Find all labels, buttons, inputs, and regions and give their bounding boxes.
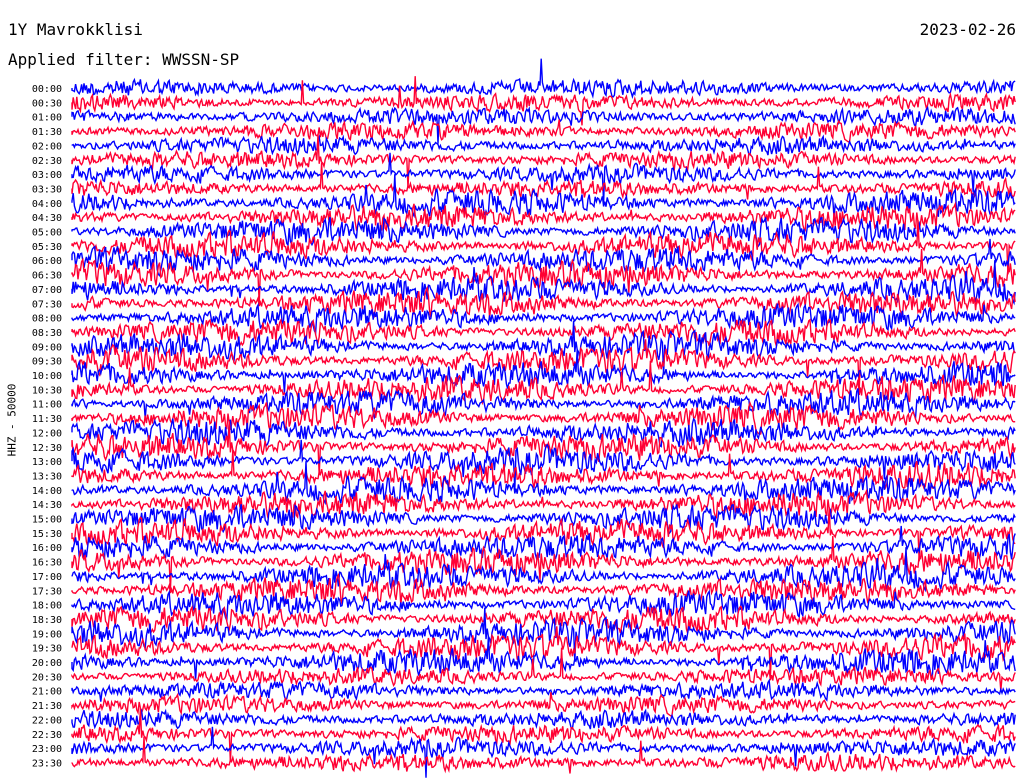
time-tick-label: 02:30 (32, 156, 62, 167)
time-tick-label: 04:30 (32, 213, 62, 224)
time-tick-label: 14:30 (32, 500, 62, 511)
time-tick-label: 14:00 (32, 486, 62, 497)
time-tick-label: 19:30 (32, 644, 62, 655)
seismic-trace (71, 678, 1016, 702)
time-tick-label: 15:00 (32, 515, 62, 526)
time-tick-label: 00:00 (32, 84, 62, 95)
seismic-trace (71, 302, 1016, 336)
time-tick-label: 10:00 (32, 371, 62, 382)
time-tick-label: 23:30 (32, 758, 62, 769)
time-tick-label: 11:00 (32, 400, 62, 411)
time-tick-label: 01:00 (32, 113, 62, 124)
time-tick-label: 20:00 (32, 658, 62, 669)
time-tick-label: 05:30 (32, 242, 62, 253)
time-tick-label: 07:00 (32, 285, 62, 296)
seismic-trace (71, 318, 1016, 347)
time-tick-label: 05:00 (32, 228, 62, 239)
helicorder-plot: 00:00 00:30 01:00 01:30 02:00 02:30 03:00 03:30… (32, 58, 1016, 778)
time-tick-label: 21:30 (32, 701, 62, 712)
time-tick-label: 06:30 (32, 271, 62, 282)
time-tick-label: 13:30 (32, 471, 62, 482)
seismic-trace (71, 503, 1016, 535)
time-tick-label: 16:00 (32, 543, 62, 554)
time-tick-label: 08:30 (32, 328, 62, 339)
time-tick-label: 03:00 (32, 170, 62, 181)
time-tick-label: 17:00 (32, 572, 62, 583)
time-tick-label: 13:00 (32, 457, 62, 468)
time-tick-label: 02:00 (32, 141, 62, 152)
seismic-trace (71, 708, 1016, 731)
time-tick-label: 12:00 (32, 428, 62, 439)
seismic-trace (71, 134, 1016, 157)
time-tick-label: 01:30 (32, 127, 62, 138)
seismic-trace (71, 461, 1016, 506)
time-tick-label: 18:00 (32, 601, 62, 612)
time-tick-label: 18:30 (32, 615, 62, 626)
seismic-trace (71, 58, 1016, 100)
tick-label-group: 00:00 00:30 01:00 01:30 02:00 02:30 03:00 03:30… (32, 84, 62, 769)
time-tick-label: 07:30 (32, 299, 62, 310)
time-tick-label: 17:30 (32, 586, 62, 597)
seismic-trace (71, 320, 1016, 375)
time-tick-label: 04:00 (32, 199, 62, 210)
time-tick-label: 16:30 (32, 558, 62, 569)
time-tick-label: 19:00 (32, 629, 62, 640)
time-tick-label: 20:30 (32, 672, 62, 683)
time-tick-label: 21:00 (32, 687, 62, 698)
time-tick-label: 22:00 (32, 715, 62, 726)
trace-group (71, 58, 1016, 778)
time-tick-label: 23:00 (32, 744, 62, 755)
seismic-trace (71, 589, 1016, 623)
time-tick-label: 06:00 (32, 256, 62, 267)
time-tick-label: 09:30 (32, 357, 62, 368)
time-tick-label: 00:30 (32, 98, 62, 109)
time-tick-label: 10:30 (32, 385, 62, 396)
time-tick-label: 09:00 (32, 342, 62, 353)
time-tick-label: 08:00 (32, 314, 62, 325)
time-tick-label: 03:30 (32, 184, 62, 195)
time-tick-label: 22:30 (32, 730, 62, 741)
seismic-trace (71, 201, 1016, 233)
time-tick-label: 12:30 (32, 443, 62, 454)
time-tick-label: 15:30 (32, 529, 62, 540)
time-tick-label: 11:30 (32, 414, 62, 425)
